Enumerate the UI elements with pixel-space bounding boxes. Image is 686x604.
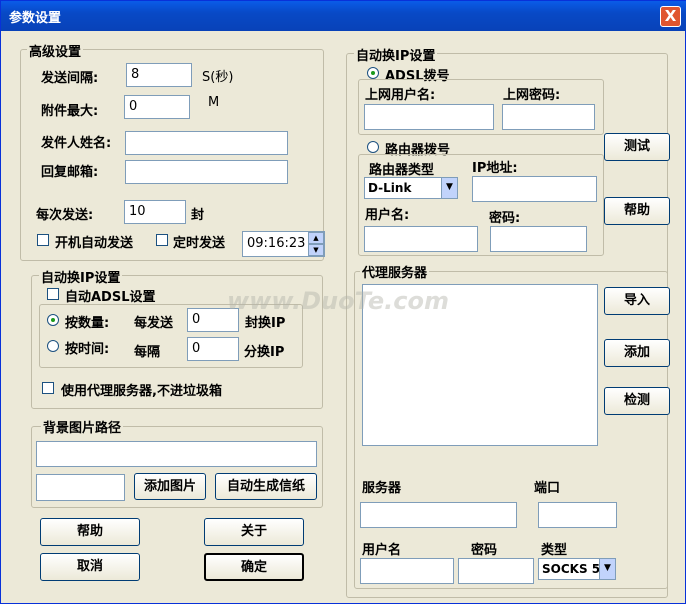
- use-proxy-label: 使用代理服务器,不进垃圾箱: [61, 384, 222, 399]
- background-small-input[interactable]: [36, 474, 125, 501]
- adsl-radio-dot: [371, 71, 375, 75]
- adsl-radio[interactable]: [367, 67, 379, 79]
- timed-send-checkbox[interactable]: [156, 234, 168, 246]
- auto-gen-button[interactable]: 自动生成信纸: [215, 473, 317, 500]
- watermark: www.DuoTe.com: [227, 287, 449, 315]
- per-send-input[interactable]: 10: [124, 200, 186, 224]
- time-down-icon[interactable]: ▼: [308, 244, 324, 256]
- right-help-button[interactable]: 帮助: [604, 197, 670, 225]
- sender-name-label: 发件人姓名:: [41, 136, 112, 151]
- sender-name-input[interactable]: [125, 131, 288, 155]
- attach-max-label: 附件最大:: [41, 104, 99, 119]
- per-send-label: 每次发送:: [36, 208, 94, 223]
- send-interval-unit: S(秒): [202, 70, 234, 85]
- proxy-port-input[interactable]: [538, 502, 617, 528]
- background-group-title: 背景图片路径: [41, 417, 124, 436]
- about-button[interactable]: 关于: [204, 518, 304, 546]
- by-count-label: 按数量:: [65, 316, 110, 331]
- import-button[interactable]: 导入: [604, 287, 670, 315]
- attach-max-unit: M: [208, 95, 220, 110]
- test-button[interactable]: 测试: [604, 133, 670, 161]
- by-count-radio-dot: [51, 318, 55, 322]
- router-radio[interactable]: [367, 141, 379, 153]
- router-pass-label: 密码:: [489, 211, 521, 226]
- proxy-port-label: 端口: [534, 481, 561, 496]
- send-interval-input[interactable]: 8: [126, 63, 192, 87]
- by-time-radio[interactable]: [47, 340, 59, 352]
- time-interval-input[interactable]: 0: [187, 337, 239, 361]
- proxy-server-label: 服务器: [362, 481, 402, 496]
- close-button[interactable]: X: [660, 6, 681, 27]
- proxy-group-title: 代理服务器: [360, 262, 430, 281]
- timed-send-label: 定时发送: [173, 236, 226, 251]
- per-send-unit: 封: [191, 208, 205, 223]
- every-send-label: 每发送: [134, 316, 174, 331]
- router-type-select[interactable]: D-Link ▼: [364, 177, 458, 199]
- proxy-type-label: 类型: [541, 543, 568, 558]
- adsl-pass-label: 上网密码:: [503, 88, 561, 103]
- right-ip-group-title: 自动换IP设置: [354, 45, 438, 64]
- proxy-type-value: SOCKS 5: [542, 562, 601, 576]
- cancel-button[interactable]: 取消: [40, 553, 140, 581]
- attach-max-input[interactable]: 0: [124, 95, 190, 119]
- time-unit: 分换IP: [244, 345, 285, 360]
- by-time-label: 按时间:: [65, 342, 110, 357]
- add-image-button[interactable]: 添加图片: [134, 473, 206, 500]
- proxy-pass-label: 密码: [471, 543, 498, 558]
- ok-button[interactable]: 确定: [204, 553, 304, 581]
- background-path-input[interactable]: [36, 441, 317, 467]
- adsl-user-label: 上网用户名:: [365, 88, 436, 103]
- window-title: 参数设置: [9, 11, 62, 26]
- check-button[interactable]: 检测: [604, 387, 670, 415]
- help-button[interactable]: 帮助: [40, 518, 140, 546]
- title-bar: 参数设置 X: [1, 1, 686, 31]
- by-count-radio[interactable]: [47, 314, 59, 326]
- auto-ip-group-title: 自动换IP设置: [39, 267, 123, 286]
- chevron-down-icon[interactable]: ▼: [599, 559, 615, 579]
- ip-address-label: IP地址:: [472, 161, 518, 176]
- router-user-input[interactable]: [364, 226, 478, 252]
- auto-adsl-checkbox[interactable]: [47, 288, 59, 300]
- router-pass-input[interactable]: [490, 226, 587, 252]
- chevron-down-icon[interactable]: ▼: [441, 178, 457, 198]
- router-type-label: 路由器类型: [369, 163, 435, 178]
- send-interval-label: 发送间隔:: [41, 71, 99, 86]
- adsl-user-input[interactable]: [364, 104, 494, 130]
- auto-start-checkbox[interactable]: [37, 234, 49, 246]
- auto-start-label: 开机自动发送: [55, 236, 134, 251]
- add-button[interactable]: 添加: [604, 339, 670, 367]
- proxy-user-input[interactable]: [360, 558, 454, 584]
- ip-address-input[interactable]: [472, 176, 597, 202]
- settings-window: 参数设置 X 高级设置 发送间隔: 8 S(秒) 附件最大: 0 M 发件人姓名…: [0, 0, 686, 604]
- time-up-icon[interactable]: ▲: [308, 232, 324, 244]
- proxy-pass-input[interactable]: [458, 558, 534, 584]
- proxy-type-select[interactable]: SOCKS 5 ▼: [538, 558, 616, 580]
- every-label: 每隔: [134, 345, 161, 360]
- reply-email-input[interactable]: [125, 160, 288, 184]
- use-proxy-checkbox[interactable]: [42, 382, 54, 394]
- reply-email-label: 回复邮箱:: [41, 165, 99, 180]
- proxy-server-input[interactable]: [360, 502, 517, 528]
- router-user-label: 用户名:: [365, 208, 410, 223]
- router-type-value: D-Link: [368, 181, 412, 195]
- adsl-pass-input[interactable]: [502, 104, 595, 130]
- advanced-group-title: 高级设置: [27, 41, 84, 60]
- proxy-user-label: 用户名: [362, 543, 402, 558]
- auto-adsl-label: 自动ADSL设置: [65, 290, 156, 305]
